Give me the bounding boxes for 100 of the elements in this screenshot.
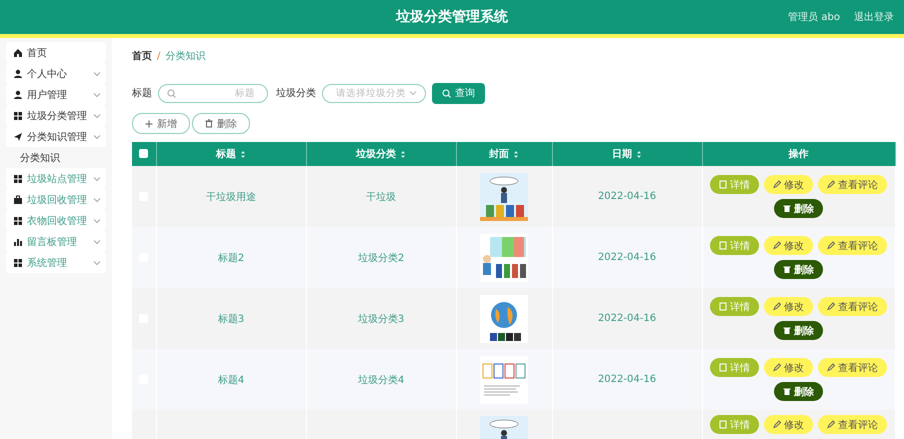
sidebar-item[interactable]: 留言板管理 xyxy=(6,231,106,252)
briefcase-icon xyxy=(13,194,23,204)
title-label: 标题 xyxy=(132,86,152,100)
sidebar-item[interactable]: 衣物回收管理 xyxy=(6,210,106,231)
title-cell: 标题3 xyxy=(218,314,244,324)
sidebar-item[interactable]: 首页 xyxy=(6,42,106,63)
sort-icon xyxy=(636,150,642,158)
document-icon xyxy=(719,420,727,429)
delete-button[interactable]: 删除 xyxy=(774,199,823,218)
chevron-down-icon xyxy=(93,92,101,98)
sidebar-subitem[interactable]: 分类知识 xyxy=(6,147,106,168)
edit-button[interactable]: 查看评论 xyxy=(818,175,887,194)
sidebar-item[interactable]: 分类知识管理 xyxy=(6,126,106,147)
edit-button[interactable]: 查看评论 xyxy=(818,415,887,434)
document-icon xyxy=(719,363,727,372)
grid-icon xyxy=(13,174,23,184)
edit-button[interactable]: 查看评论 xyxy=(818,358,887,377)
category-cell: 干垃圾 xyxy=(366,192,396,202)
trash-icon xyxy=(783,326,791,335)
search-icon xyxy=(442,88,451,98)
pencil-icon xyxy=(773,241,781,250)
edit-button[interactable]: 修改 xyxy=(764,358,813,377)
document-icon xyxy=(719,302,727,311)
delete-button[interactable]: 删除 xyxy=(774,260,823,279)
pencil-icon xyxy=(827,180,835,189)
grid-icon xyxy=(13,258,23,268)
search-button[interactable]: 查询 xyxy=(432,82,485,104)
sidebar-item[interactable]: 个人中心 xyxy=(6,63,106,84)
pencil-icon xyxy=(773,420,781,429)
sidebar-item[interactable]: 垃圾分类管理 xyxy=(6,105,106,126)
trash-icon xyxy=(783,387,791,396)
pencil-icon xyxy=(827,363,835,372)
chevron-down-icon xyxy=(93,218,101,224)
grid-icon xyxy=(13,110,23,120)
document-icon xyxy=(719,180,727,189)
search-icon xyxy=(167,88,176,98)
app-title: 垃圾分类管理系统 xyxy=(396,8,508,26)
sidebar-item[interactable]: 垃圾回收管理 xyxy=(6,189,106,210)
delete-button[interactable]: 删除 xyxy=(774,382,823,401)
edit-button[interactable]: 修改 xyxy=(764,415,813,434)
photo-placeholder xyxy=(480,234,528,282)
date-cell: 2022-04-16 xyxy=(598,374,656,385)
edit-button[interactable]: 修改 xyxy=(764,175,813,194)
title-cell: 标题2 xyxy=(218,252,244,264)
column-header[interactable]: 垃圾分类 xyxy=(356,147,406,161)
chevron-down-icon xyxy=(409,90,417,96)
paper-plane-icon xyxy=(13,132,23,142)
photo-placeholder xyxy=(480,172,528,220)
column-header[interactable]: 封面 xyxy=(489,147,519,161)
delete-button[interactable]: 删除 xyxy=(774,321,823,340)
trash-icon xyxy=(783,265,791,274)
date-cell: 2022-04-16 xyxy=(598,252,656,263)
date-cell: 2022-04-16 xyxy=(598,313,656,324)
document-icon xyxy=(719,241,727,250)
pencil-icon xyxy=(773,302,781,311)
logout-link[interactable]: 退出登录 xyxy=(854,10,894,24)
trash-icon xyxy=(205,119,213,128)
edit-button[interactable]: 查看评论 xyxy=(818,297,887,316)
date-cell: 2022-04-16 xyxy=(598,191,656,202)
chevron-down-icon xyxy=(93,260,101,266)
pencil-icon xyxy=(827,241,835,250)
sidebar-item[interactable]: 用户管理 xyxy=(6,84,106,105)
category-cell: 垃圾分类3 xyxy=(358,314,404,324)
plus-icon xyxy=(145,120,153,128)
chevron-down-icon xyxy=(93,176,101,182)
person-icon xyxy=(13,90,23,100)
person-icon xyxy=(13,68,23,78)
pencil-icon xyxy=(773,180,781,189)
sidebar-item[interactable]: 垃圾站点管理 xyxy=(6,168,106,189)
breadcrumb-home[interactable]: 首页 xyxy=(132,49,152,63)
title-cell: 干垃圾用途 xyxy=(206,192,256,202)
select-all-checkbox[interactable] xyxy=(139,149,148,158)
category-cell: 垃圾分类4 xyxy=(358,374,404,386)
grid-icon xyxy=(13,216,23,226)
trash-icon xyxy=(783,204,791,213)
pencil-icon xyxy=(827,420,835,429)
edit-button[interactable]: 查看评论 xyxy=(818,236,887,255)
breadcrumb-separator: / xyxy=(157,50,160,62)
column-header: 操作 xyxy=(788,148,808,161)
chevron-down-icon xyxy=(93,70,101,76)
category-label: 垃圾分类 xyxy=(276,86,316,100)
pencil-icon xyxy=(827,302,835,311)
column-header[interactable]: 日期 xyxy=(612,147,642,161)
sort-icon xyxy=(400,150,406,158)
chevron-down-icon xyxy=(93,238,101,244)
add-button[interactable]: 新增 xyxy=(132,113,190,134)
edit-button[interactable]: 修改 xyxy=(764,236,813,255)
chevron-down-icon xyxy=(93,196,101,202)
breadcrumb-current: 分类知识 xyxy=(165,50,206,63)
photo-placeholder xyxy=(480,356,528,404)
sort-icon xyxy=(513,150,519,158)
sort-icon xyxy=(240,150,246,158)
bar-chart-icon xyxy=(13,236,23,246)
column-header[interactable]: 标题 xyxy=(216,147,246,161)
category-cell: 垃圾分类2 xyxy=(358,252,404,264)
pencil-icon xyxy=(773,363,781,372)
sidebar-item[interactable]: 系统管理 xyxy=(6,252,106,273)
delete-button[interactable]: 删除 xyxy=(192,113,250,134)
home-icon xyxy=(13,48,23,58)
edit-button[interactable]: 修改 xyxy=(764,297,813,316)
